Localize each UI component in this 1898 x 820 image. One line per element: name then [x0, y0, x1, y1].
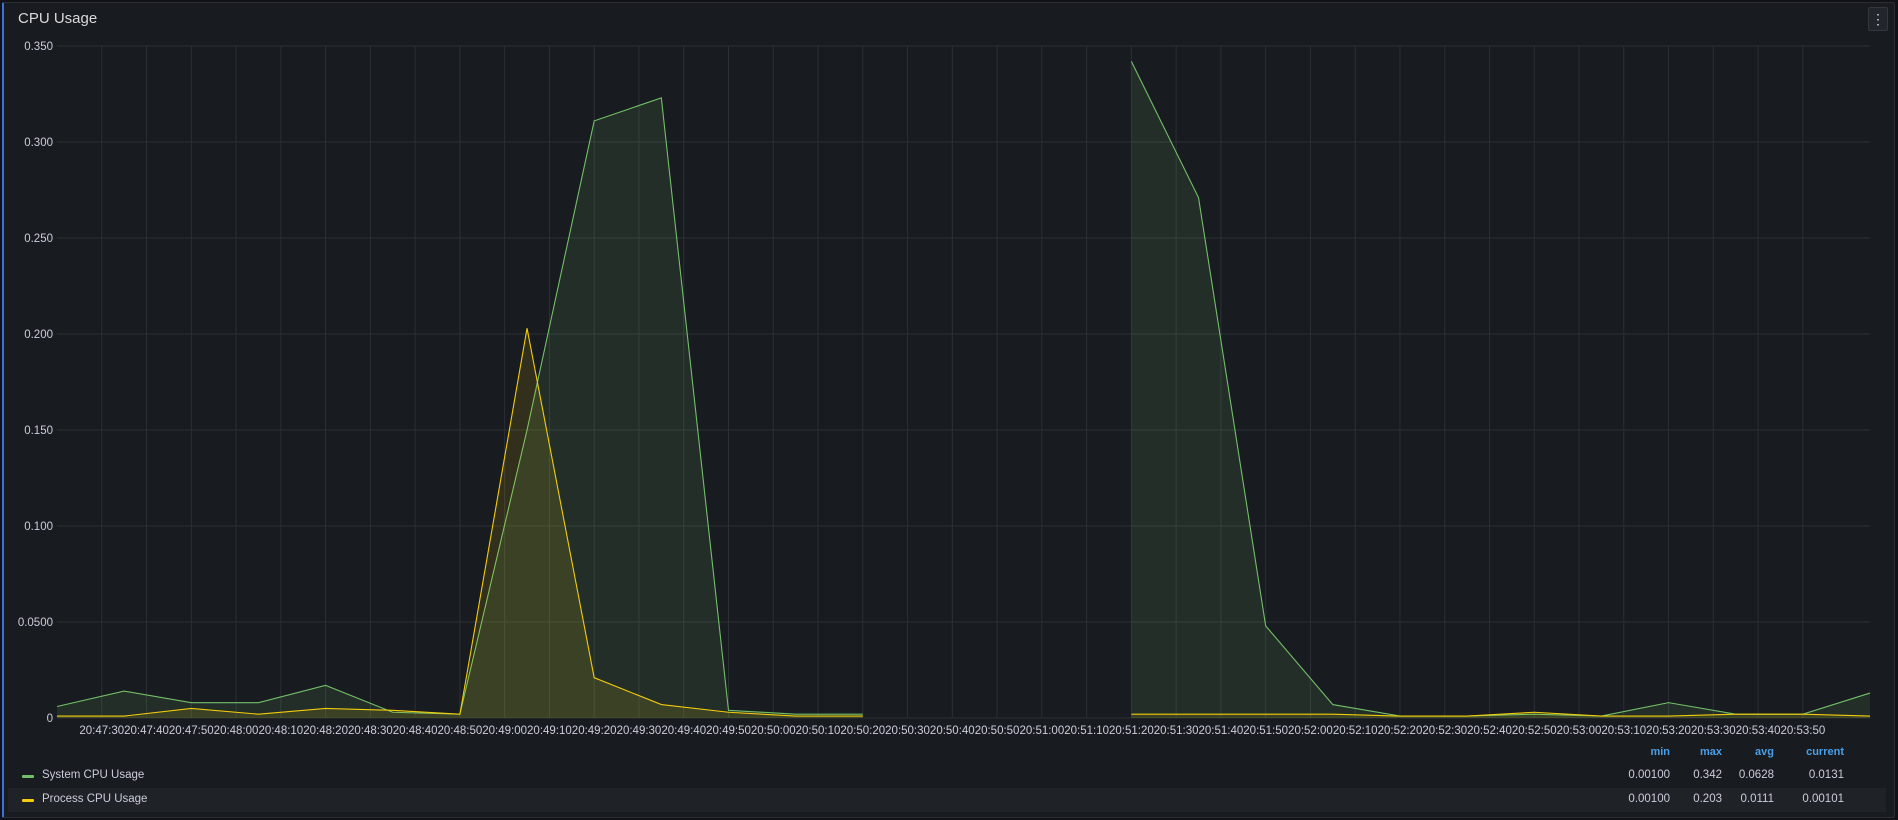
- y-tick-label: 0.250: [24, 233, 53, 245]
- x-tick-label: 20:52:30: [1422, 725, 1467, 737]
- legend-header-current[interactable]: current: [1806, 746, 1844, 762]
- legend-max-value: 0.203: [1693, 793, 1722, 805]
- legend-current-value: 0.00101: [1802, 793, 1844, 805]
- x-tick-label: 20:49:40: [661, 725, 706, 737]
- x-tick-label: 20:48:00: [214, 725, 259, 737]
- x-tick-label: 20:49:20: [572, 725, 617, 737]
- series-color-swatch: [22, 799, 34, 802]
- legend-header-avg[interactable]: avg: [1755, 746, 1774, 762]
- x-tick-label: 20:52:10: [1333, 725, 1378, 737]
- x-tick-label: 20:52:40: [1467, 725, 1512, 737]
- x-tick-label: 20:51:00: [1019, 725, 1064, 737]
- x-tick-label: 20:53:00: [1557, 725, 1602, 737]
- legend-row-process[interactable]: Process CPU Usage 0.00100 0.203 0.0111 0…: [8, 788, 1886, 812]
- y-tick-label: 0.200: [24, 329, 53, 341]
- x-tick-label: 20:47:30: [79, 725, 124, 737]
- legend-row-system[interactable]: System CPU Usage 0.00100 0.342 0.0628 0.…: [8, 764, 1886, 788]
- x-tick-label: 20:51:40: [1199, 725, 1244, 737]
- x-tick-label: 20:53:30: [1691, 725, 1736, 737]
- legend-avg-value: 0.0628: [1738, 769, 1774, 781]
- x-tick-label: 20:47:40: [124, 725, 169, 737]
- x-tick-label: 20:52:50: [1512, 725, 1557, 737]
- x-tick-label: 20:49:00: [482, 725, 527, 737]
- series-area: [1131, 61, 1870, 719]
- x-tick-label: 20:53:20: [1646, 725, 1691, 737]
- x-tick-label: 20:52:00: [1288, 725, 1333, 737]
- cpu-usage-chart: 0 0.0500 0.100 0.150 0.200 0.250 0.300 0.350 20:…: [18, 41, 1871, 737]
- legend-header-max[interactable]: max: [1700, 746, 1722, 762]
- x-tick-label: 20:50:20: [840, 725, 885, 737]
- x-tick-label: 20:50:40: [930, 725, 975, 737]
- x-tick-label: 20:48:20: [303, 725, 348, 737]
- x-tick-label: 20:51:50: [1243, 725, 1288, 737]
- y-tick-label: 0.150: [24, 425, 53, 437]
- legend-min-value: 0.00100: [1628, 793, 1670, 805]
- legend-header-min[interactable]: min: [1650, 746, 1670, 762]
- legend-series-name[interactable]: System CPU Usage: [42, 769, 144, 781]
- x-tick-label: 20:49:30: [617, 725, 662, 737]
- y-tick-label: 0.300: [24, 137, 53, 149]
- legend-min-value: 0.00100: [1628, 769, 1670, 781]
- x-tick-label: 20:51:30: [1154, 725, 1199, 737]
- x-tick-label: 20:50:50: [975, 725, 1020, 737]
- y-tick-label: 0.100: [24, 521, 53, 533]
- series-color-swatch: [22, 775, 34, 778]
- x-tick-label: 20:50:10: [796, 725, 841, 737]
- x-tick-label: 20:48:50: [438, 725, 483, 737]
- x-tick-label: 20:53:40: [1736, 725, 1781, 737]
- legend-current-value: 0.0131: [1808, 769, 1844, 781]
- x-tick-label: 20:51:10: [1064, 725, 1109, 737]
- y-tick-label: 0.350: [24, 41, 53, 53]
- legend-series-name[interactable]: Process CPU Usage: [42, 793, 147, 805]
- x-tick-label: 20:53:50: [1780, 725, 1825, 737]
- x-tick-label: 20:52:20: [1378, 725, 1423, 737]
- x-tick-label: 20:50:30: [885, 725, 930, 737]
- x-tick-label: 20:48:30: [348, 725, 393, 737]
- x-tick-label: 20:50:00: [751, 725, 796, 737]
- x-tick-label: 20:48:40: [393, 725, 438, 737]
- x-tick-label: 20:48:10: [258, 725, 303, 737]
- y-tick-label: 0: [47, 713, 53, 725]
- x-tick-label: 20:53:10: [1601, 725, 1646, 737]
- legend-avg-value: 0.0111: [1740, 793, 1774, 805]
- x-tick-label: 20:49:50: [706, 725, 751, 737]
- legend-max-value: 0.342: [1693, 769, 1722, 781]
- x-tick-label: 20:49:10: [527, 725, 572, 737]
- y-tick-label: 0.0500: [18, 617, 53, 629]
- x-tick-label: 20:51:20: [1109, 725, 1154, 737]
- x-tick-label: 20:47:50: [169, 725, 214, 737]
